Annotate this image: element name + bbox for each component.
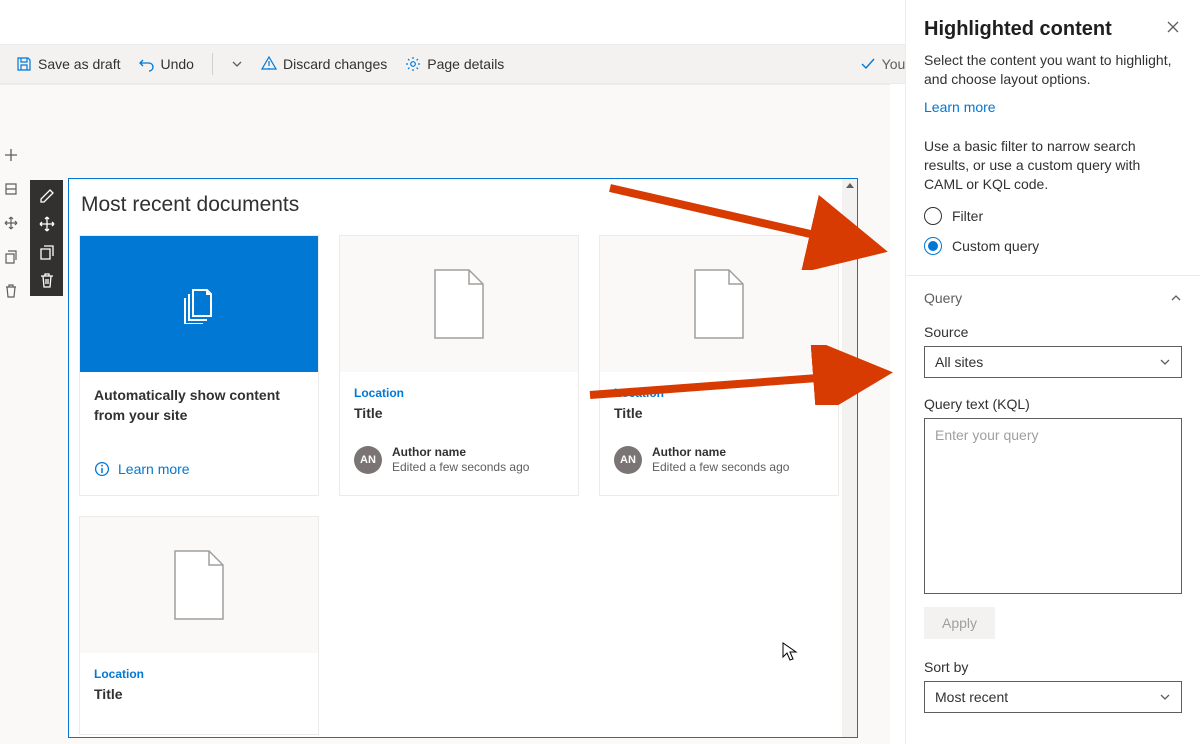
radio-custom-query[interactable]: Custom query [924, 237, 1182, 255]
page-details-label: Page details [427, 56, 504, 72]
document-card[interactable]: Location Title [79, 516, 319, 735]
gear-icon [405, 56, 421, 72]
avatar: AN [354, 446, 382, 474]
undo-button[interactable]: Undo [139, 56, 194, 72]
card-title: Title [614, 405, 824, 421]
card-location: Location [354, 386, 564, 400]
card-title: Title [354, 405, 564, 421]
discard-button[interactable]: Discard changes [261, 56, 387, 72]
card-author-name: Author name [392, 445, 529, 459]
page-details-button[interactable]: Page details [405, 56, 504, 72]
edit-webpart-icon[interactable] [39, 188, 55, 204]
card-author-row: AN Author name Edited a few seconds ago [354, 445, 564, 474]
webpart-canvas[interactable]: Most recent documents Automatically show… [68, 178, 858, 738]
kql-label: Query text (KQL) [924, 396, 1182, 412]
apply-button[interactable]: Apply [924, 607, 995, 639]
card-title: Title [94, 686, 304, 702]
panel-filter-note: Use a basic filter to narrow search resu… [924, 137, 1182, 194]
discard-label: Discard changes [283, 56, 387, 72]
file-icon [171, 549, 227, 621]
duplicate-webpart-icon[interactable] [39, 244, 55, 260]
radio-custom-label: Custom query [952, 238, 1039, 254]
delete-webpart-icon[interactable] [39, 272, 55, 288]
sort-label: Sort by [924, 659, 1182, 675]
card-edit-time: Edited a few seconds ago [392, 460, 529, 474]
card-location: Location [614, 386, 824, 400]
add-icon[interactable] [4, 148, 18, 162]
duplicate-section-icon[interactable] [4, 250, 18, 264]
sort-select[interactable]: Most recent [924, 681, 1182, 713]
move-section-icon[interactable] [4, 216, 18, 230]
source-value: All sites [935, 354, 983, 370]
card-grid: Automatically show content from your sit… [77, 235, 849, 735]
hero-learn-label: Learn more [118, 461, 190, 477]
webpart-toolbox [30, 180, 63, 296]
radio-checked-icon [924, 237, 942, 255]
property-panel: Highlighted content Select the content y… [905, 0, 1200, 744]
panel-title: Highlighted content [924, 18, 1112, 41]
query-accordion: Query Source All sites Query text (KQL) … [906, 275, 1200, 713]
undo-icon [139, 56, 155, 72]
webpart-title: Most recent documents [77, 193, 849, 217]
document-thumbnail [340, 236, 578, 372]
radio-filter[interactable]: Filter [924, 207, 1182, 225]
documents-stack-icon [179, 284, 219, 324]
query-accordion-header[interactable]: Query [924, 290, 1182, 306]
panel-learn-more[interactable]: Learn more [924, 99, 996, 115]
radio-filter-label: Filter [952, 208, 983, 224]
card-edit-time: Edited a few seconds ago [652, 460, 789, 474]
query-accordion-title: Query [924, 290, 962, 306]
info-icon [94, 461, 110, 477]
panel-description: Select the content you want to highlight… [924, 51, 1182, 89]
kql-input[interactable] [924, 418, 1182, 594]
chevron-up-icon [1170, 292, 1182, 304]
file-icon [691, 268, 747, 340]
scroll-up-icon[interactable] [845, 181, 855, 191]
hero-card[interactable]: Automatically show content from your sit… [79, 235, 319, 496]
chevron-down-icon [231, 58, 243, 70]
save-draft-label: Save as draft [38, 56, 121, 72]
close-panel-button[interactable] [1164, 18, 1182, 40]
hero-learn-more[interactable]: Learn more [94, 461, 304, 477]
card-author-name: Author name [652, 445, 789, 459]
document-card[interactable]: Location Title AN Author name Edited a f… [339, 235, 579, 496]
delete-section-icon[interactable] [4, 284, 18, 298]
save-icon [16, 56, 32, 72]
card-location: Location [94, 667, 304, 681]
hero-card-desc: Automatically show content from your sit… [94, 386, 304, 425]
hero-card-image [80, 236, 318, 372]
document-thumbnail [600, 236, 838, 372]
canvas-scrollbar[interactable] [842, 179, 858, 737]
chevron-down-icon [1159, 691, 1171, 703]
radio-unchecked-icon [924, 207, 942, 225]
source-select[interactable]: All sites [924, 346, 1182, 378]
chevron-down-icon [1159, 356, 1171, 368]
file-icon [431, 268, 487, 340]
undo-dropdown[interactable] [231, 58, 243, 70]
sort-value: Most recent [935, 689, 1008, 705]
document-card[interactable]: Location Title AN Author name Edited a f… [599, 235, 839, 496]
edit-section-icon[interactable] [4, 182, 18, 196]
undo-label: Undo [161, 56, 194, 72]
divider [212, 53, 213, 75]
move-webpart-icon[interactable] [39, 216, 55, 232]
card-author-row: AN Author name Edited a few seconds ago [614, 445, 824, 474]
checkmark-icon [860, 56, 876, 72]
document-thumbnail [80, 517, 318, 653]
avatar: AN [614, 446, 642, 474]
section-rail [0, 148, 22, 298]
source-label: Source [924, 324, 1182, 340]
save-draft-button[interactable]: Save as draft [16, 56, 121, 72]
close-icon [1166, 20, 1180, 34]
discard-icon [261, 56, 277, 72]
